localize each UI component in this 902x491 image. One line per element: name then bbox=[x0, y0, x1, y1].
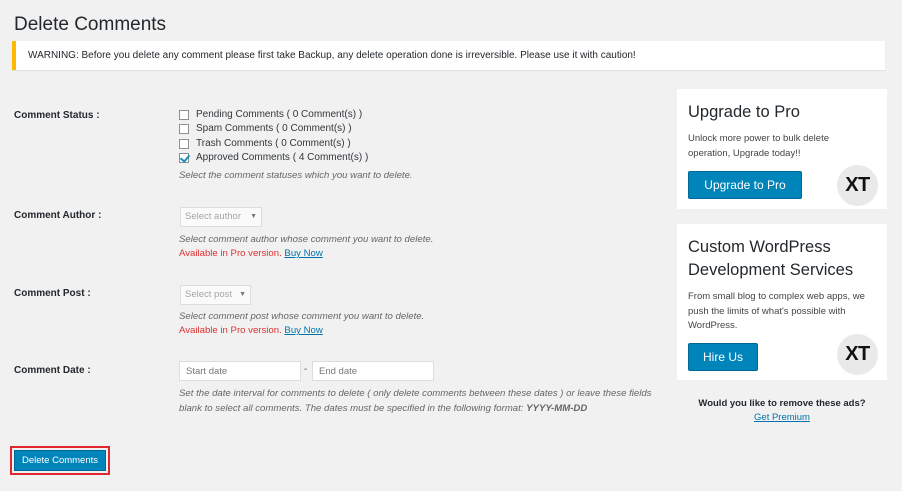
post-select-value: Select post bbox=[185, 289, 232, 300]
post-pro-note-text: Available in Pro version. bbox=[179, 325, 282, 336]
post-buy-now-link[interactable]: Buy Now bbox=[284, 325, 322, 336]
services-title: Custom WordPress Development Services bbox=[688, 238, 854, 279]
delete-button-highlight: Delete Comments bbox=[10, 446, 110, 475]
get-premium-link[interactable]: Get Premium bbox=[754, 412, 810, 423]
upgrade-card: Upgrade to Pro Unlock more power to bulk… bbox=[677, 89, 887, 209]
author-buy-now-link[interactable]: Buy Now bbox=[284, 248, 322, 259]
page-title: Delete Comments bbox=[14, 14, 167, 35]
trash-comments-checkbox[interactable] bbox=[179, 138, 189, 149]
comment-date-label: Comment Date : bbox=[14, 365, 91, 376]
xt-logo: XT bbox=[837, 165, 878, 206]
comment-author-label: Comment Author : bbox=[14, 210, 102, 221]
spam-comments-checkbox[interactable] bbox=[179, 123, 189, 134]
post-description: Select comment post whose comment you wa… bbox=[179, 311, 425, 322]
comment-post-label: Comment Post : bbox=[14, 288, 91, 299]
date-format: YYYY-MM-DD bbox=[526, 403, 588, 414]
services-text: From small blog to complex web apps, we … bbox=[688, 291, 865, 331]
trash-comments-label: Trash Comments ( 0 Comment(s) ) bbox=[196, 138, 351, 149]
chevron-down-icon: ▼ bbox=[239, 291, 246, 298]
author-description: Select comment author whose comment you … bbox=[179, 234, 434, 245]
remove-ads-question: Would you like to remove these ads? bbox=[698, 398, 866, 409]
approved-comments-label: Approved Comments ( 4 Comment(s) ) bbox=[196, 152, 369, 163]
date-separator: - bbox=[304, 364, 308, 375]
date-description: Set the date interval for comments to de… bbox=[179, 386, 659, 416]
comment-status-label: Comment Status : bbox=[14, 110, 100, 121]
warning-notice: WARNING: Before you delete any comment p… bbox=[12, 41, 885, 70]
post-select[interactable]: Select post ▼ bbox=[180, 285, 251, 305]
pending-comments-checkbox-row[interactable]: Pending Comments ( 0 Comment(s) ) bbox=[179, 108, 362, 121]
author-pro-note-text: Available in Pro version. bbox=[179, 248, 282, 259]
delete-comments-button[interactable]: Delete Comments bbox=[14, 450, 106, 471]
approved-comments-checkbox[interactable] bbox=[179, 152, 189, 163]
pending-comments-label: Pending Comments ( 0 Comment(s) ) bbox=[196, 109, 363, 120]
status-description: Select the comment statuses which you wa… bbox=[179, 170, 413, 181]
chevron-down-icon: ▼ bbox=[250, 213, 257, 220]
author-select[interactable]: Select author ▼ bbox=[180, 207, 262, 227]
spam-comments-label: Spam Comments ( 0 Comment(s) ) bbox=[196, 123, 352, 134]
author-select-value: Select author bbox=[185, 211, 241, 222]
upgrade-to-pro-button[interactable]: Upgrade to Pro bbox=[688, 171, 802, 199]
spam-comments-checkbox-row[interactable]: Spam Comments ( 0 Comment(s) ) bbox=[179, 122, 352, 135]
get-premium-wrapper: Get Premium bbox=[677, 412, 887, 423]
services-card: Custom WordPress Development Services Fr… bbox=[677, 224, 887, 380]
upgrade-text: Unlock more power to bulk delete operati… bbox=[688, 133, 829, 159]
hire-us-button[interactable]: Hire Us bbox=[688, 343, 758, 371]
post-pro-note: Available in Pro version. Buy Now bbox=[179, 325, 323, 336]
upgrade-title: Upgrade to Pro bbox=[688, 103, 800, 121]
trash-comments-checkbox-row[interactable]: Trash Comments ( 0 Comment(s) ) bbox=[179, 137, 351, 150]
end-date-input[interactable] bbox=[312, 361, 434, 381]
start-date-input[interactable] bbox=[179, 361, 301, 381]
pending-comments-checkbox[interactable] bbox=[179, 109, 189, 120]
author-pro-note: Available in Pro version. Buy Now bbox=[179, 248, 323, 259]
xt-logo: XT bbox=[837, 334, 878, 375]
approved-comments-checkbox-row[interactable]: Approved Comments ( 4 Comment(s) ) bbox=[179, 151, 368, 164]
